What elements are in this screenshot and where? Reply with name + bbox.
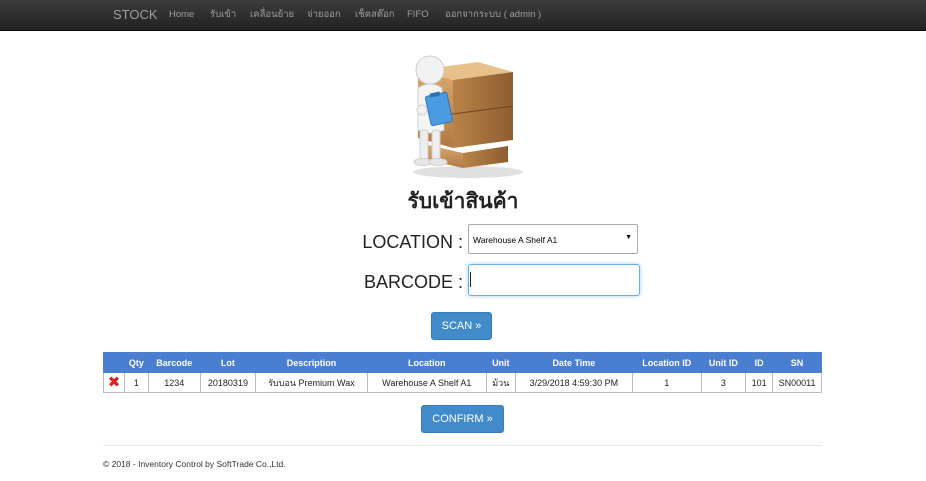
cell-unit: ม้วน	[485, 372, 516, 393]
barcode-input[interactable]	[468, 264, 640, 296]
footer-divider	[103, 445, 822, 446]
col-header-qty: Qty	[123, 352, 149, 373]
scan-button[interactable]: SCAN »	[431, 312, 492, 340]
received-items-table: Qty Barcode Lot Description Location Uni…	[103, 352, 822, 393]
cell-lot: 20180319	[199, 372, 257, 393]
cell-unit-id: 3	[700, 372, 747, 393]
col-header-location: Location	[366, 352, 487, 373]
table-header-row: Qty Barcode Lot Description Location Uni…	[103, 352, 822, 373]
cell-location: Warehouse A Shelf A1	[366, 372, 487, 393]
cell-description: รับบอน Premium Wax	[255, 372, 368, 393]
nav-issue[interactable]: จ่ายออก	[307, 0, 341, 30]
location-select[interactable]: Warehouse A Shelf A1 ▼	[468, 224, 638, 254]
col-header-unit-id: Unit ID	[700, 352, 747, 373]
col-header-datetime: Date Time	[514, 352, 634, 373]
barcode-label: BARCODE :	[363, 272, 463, 292]
nav-receive[interactable]: รับเข้า	[210, 0, 236, 30]
page-title: รับเข้าสินค้า	[407, 189, 519, 213]
text-cursor	[470, 272, 471, 287]
col-header-lot: Lot	[199, 352, 257, 373]
cell-id: 101	[745, 372, 774, 393]
table-row: ✖ 1 1234 20180319 รับบอน Premium Wax War…	[103, 372, 822, 393]
col-header-barcode: Barcode	[147, 352, 201, 373]
top-navbar: STOCK Home รับเข้า เคลื่อนย้าย จ่ายออก เ…	[0, 0, 926, 31]
col-header-location-id: Location ID	[632, 352, 702, 373]
nav-logout[interactable]: ออกจากระบบ ( admin )	[445, 0, 541, 30]
navbar-brand[interactable]: STOCK	[113, 0, 158, 30]
nav-stock-check[interactable]: เช็คสต๊อก	[355, 0, 394, 30]
cell-location-id: 1	[632, 372, 702, 393]
row-delete-cell: ✖	[103, 372, 125, 393]
cell-datetime: 3/29/2018 4:59:30 PM	[514, 372, 634, 393]
nav-transfer[interactable]: เคลื่อนย้าย	[250, 0, 294, 30]
col-header-id: ID	[745, 352, 774, 373]
close-x-icon[interactable]: ✖	[108, 374, 121, 391]
col-header-description: Description	[255, 352, 368, 373]
cell-barcode: 1234	[147, 372, 201, 393]
cell-sn: SN00011	[772, 372, 822, 393]
col-header-sn: SN	[772, 352, 822, 373]
nav-home[interactable]: Home	[169, 0, 194, 30]
col-header-unit: Unit	[485, 352, 516, 373]
nav-fifo[interactable]: FIFO	[407, 0, 429, 30]
location-select-value: Warehouse A Shelf A1	[473, 235, 558, 245]
col-header-action	[103, 352, 125, 373]
cell-qty: 1	[123, 372, 149, 393]
confirm-button[interactable]: CONFIRM »	[421, 405, 504, 433]
footer-text: © 2018 - Inventory Control by SoftTrade …	[103, 459, 286, 469]
chevron-down-icon: ▼	[625, 234, 632, 241]
warehouse-boxes-illustration	[413, 55, 523, 178]
location-label: LOCATION :	[362, 232, 463, 252]
